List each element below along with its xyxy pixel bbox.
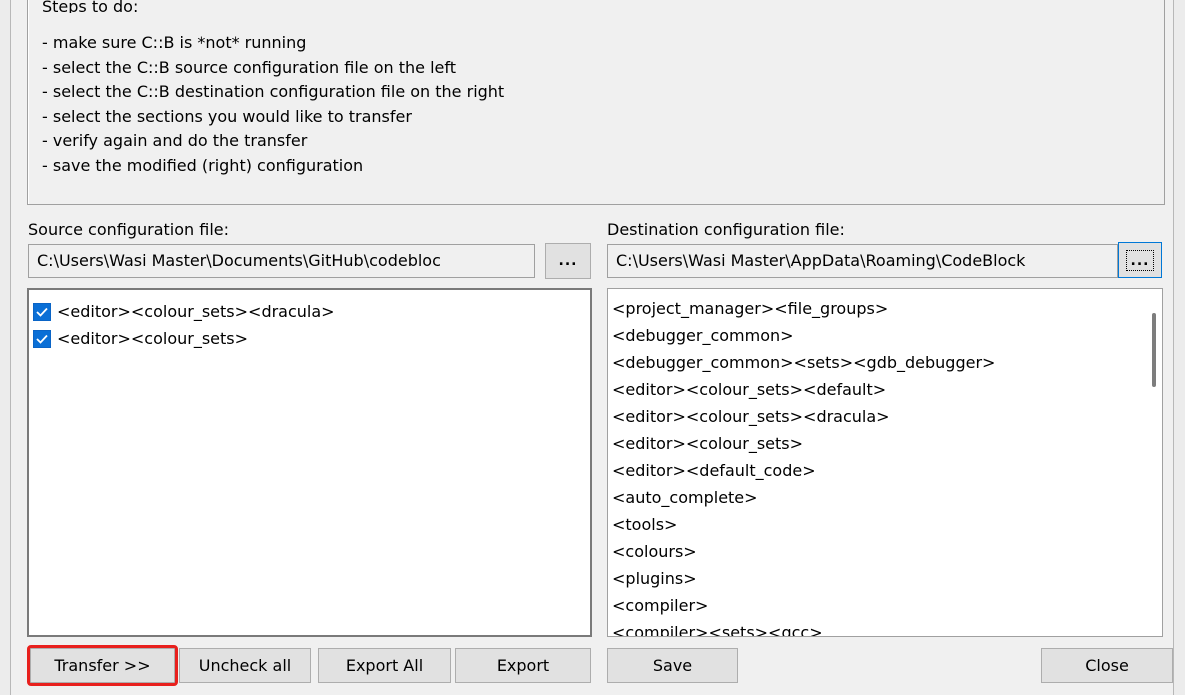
list-item[interactable]: <editor><colour_sets><default>	[612, 376, 886, 403]
list-item[interactable]: <tools>	[612, 511, 677, 538]
checkbox-checked[interactable]	[33, 302, 51, 321]
step-item: - make sure C::B is *not* running	[42, 33, 307, 52]
list-item[interactable]: <debugger_common>	[612, 322, 794, 349]
destination-sections-list[interactable]: <project_manager><file_groups> <debugger…	[607, 288, 1163, 637]
list-item[interactable]: <editor><colour_sets>	[612, 430, 803, 457]
window-left-edge	[0, 0, 11, 695]
step-item: - select the sections you would like to …	[42, 106, 412, 126]
window-right-edge	[1173, 0, 1185, 695]
config-transfer-dialog: Steps to do: - make sure C::B is *not* r…	[11, 0, 1173, 695]
step-item: - verify again and do the transfer	[42, 131, 308, 150]
browse-ellipsis: ...	[1130, 252, 1150, 269]
list-item[interactable]: <editor><colour_sets><dracula>	[612, 403, 890, 430]
list-item[interactable]: <compiler>	[612, 592, 708, 619]
save-button[interactable]: Save	[607, 648, 738, 683]
steps-title: Steps to do:	[42, 0, 139, 13]
source-path-field[interactable]: C:\Users\Wasi Master\Documents\GitHub\co…	[28, 244, 535, 278]
step-item: - select the C::B destination configurat…	[42, 82, 505, 101]
source-browse-button[interactable]: ...	[545, 243, 591, 279]
list-item-label: <editor><colour_sets><dracula>	[57, 302, 335, 321]
list-item[interactable]: <debugger_common><sets><gdb_debugger>	[612, 349, 995, 376]
transfer-button[interactable]: Transfer >>	[30, 648, 175, 683]
step-item: - save the modified (right) configuratio…	[42, 155, 364, 175]
list-item[interactable]: <plugins>	[612, 565, 697, 592]
step-item: - select the C::B source configuration f…	[42, 57, 457, 77]
uncheck-all-button[interactable]: Uncheck all	[179, 648, 311, 683]
checkbox-checked[interactable]	[33, 329, 51, 348]
list-item[interactable]: <colours>	[612, 538, 697, 565]
list-item[interactable]: <editor><default_code>	[612, 457, 816, 484]
export-button[interactable]: Export	[455, 648, 591, 683]
scrollbar-thumb[interactable]	[1152, 313, 1156, 387]
list-item[interactable]: <project_manager><file_groups>	[612, 295, 888, 322]
steps-panel: Steps to do: - make sure C::B is *not* r…	[27, 0, 1165, 205]
steps-list: - make sure C::B is *not* running - sele…	[42, 31, 504, 178]
browse-ellipsis: ...	[558, 253, 578, 269]
export-all-button[interactable]: Export All	[318, 648, 451, 683]
destination-path-field[interactable]: C:\Users\Wasi Master\AppData\Roaming\Cod…	[607, 244, 1118, 278]
list-item[interactable]: <compiler><sets><gcc>	[612, 619, 823, 636]
list-item[interactable]: <auto_complete>	[612, 484, 758, 511]
destination-config-label: Destination configuration file:	[607, 220, 845, 239]
list-item[interactable]: <editor><colour_sets>	[33, 325, 248, 352]
source-config-label: Source configuration file:	[28, 220, 230, 239]
close-button[interactable]: Close	[1041, 648, 1173, 683]
list-item[interactable]: <editor><colour_sets><dracula>	[33, 298, 335, 325]
source-sections-list[interactable]: <editor><colour_sets><dracula> <editor><…	[27, 288, 592, 637]
destination-browse-button[interactable]: ...	[1118, 242, 1162, 278]
list-item-label: <editor><colour_sets>	[57, 329, 249, 348]
